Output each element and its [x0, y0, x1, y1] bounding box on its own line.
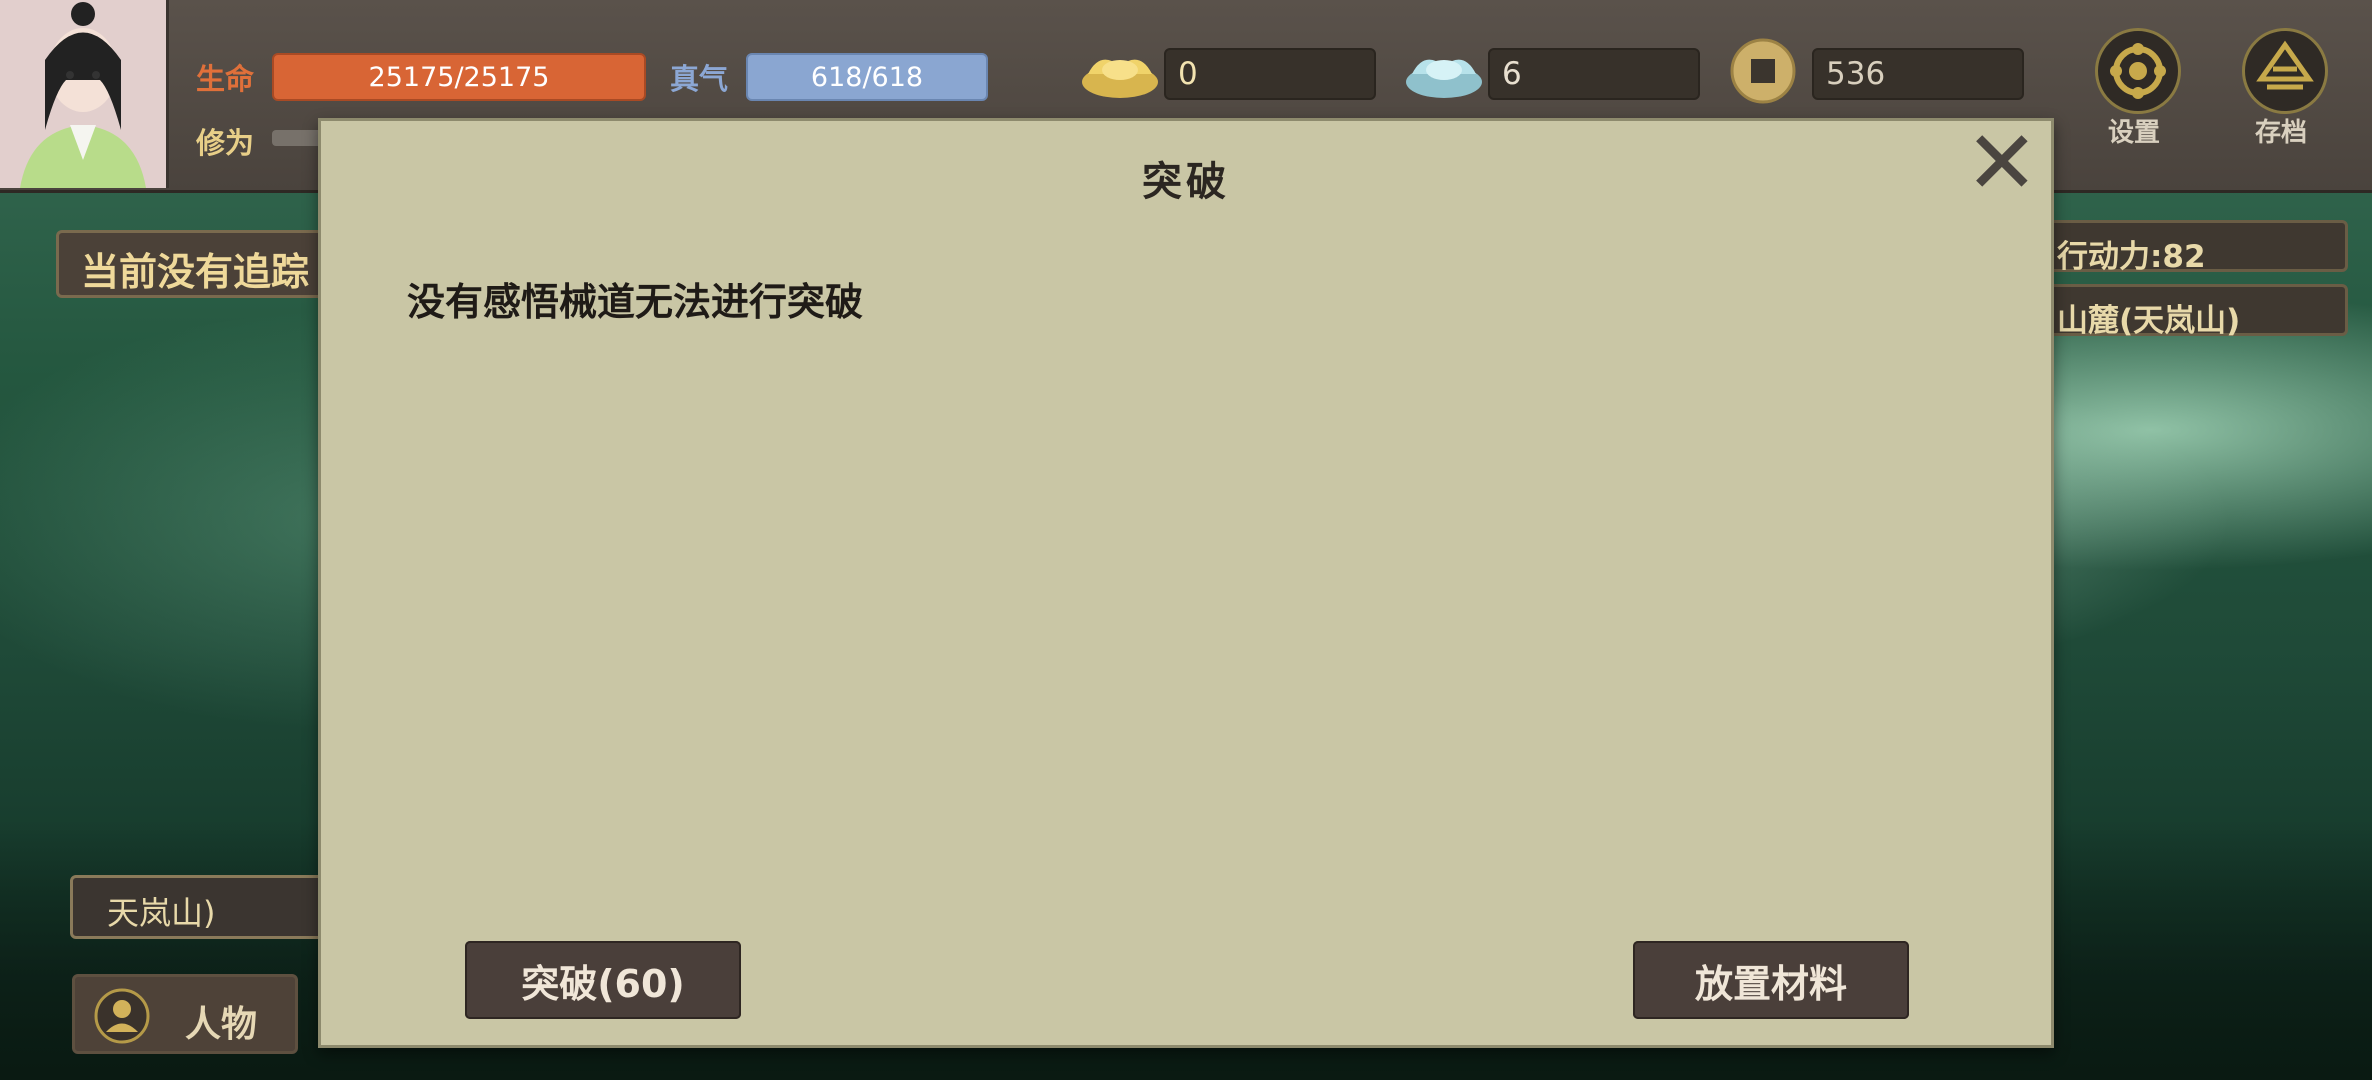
- action-points-panel: 行动力:82: [2030, 220, 2348, 275]
- character-portrait-icon: [0, 0, 166, 188]
- qi-label: 真气: [670, 62, 729, 96]
- gold-amount: 0: [1164, 48, 1376, 100]
- hp-label: 生命: [196, 62, 255, 96]
- qi-value: 618/618: [810, 61, 924, 93]
- character-button[interactable]: 人物: [72, 974, 298, 1054]
- current-location-text: 山麓(天岚山): [2057, 303, 2241, 339]
- copper-amount: 536: [1812, 48, 2024, 100]
- copper-coin-icon: [1730, 38, 1796, 104]
- avatar[interactable]: [0, 0, 169, 188]
- gear-icon: [2110, 43, 2166, 99]
- quest-tracking-text: 当前没有追踪: [81, 250, 310, 294]
- silver-amount: 6: [1488, 48, 1700, 100]
- place-material-button[interactable]: 放置材料: [1633, 941, 1909, 1019]
- person-icon: [94, 988, 150, 1044]
- cultivation-label: 修为: [196, 126, 255, 160]
- close-button[interactable]: ✕: [1965, 119, 2039, 207]
- current-location-panel[interactable]: 山麓(天岚山): [2030, 284, 2348, 339]
- close-icon: ✕: [1965, 111, 2039, 214]
- settings-label: 设置: [2108, 118, 2161, 148]
- breakthrough-message: 没有感悟械道无法进行突破: [407, 280, 864, 324]
- save-icon: [2256, 40, 2314, 90]
- hp-value: 25175/25175: [368, 61, 550, 93]
- settings-button[interactable]: [2095, 28, 2181, 114]
- save-button[interactable]: [2242, 28, 2328, 114]
- silver-ingot-icon: [1406, 59, 1482, 98]
- breakthrough-dialog: 突破 ✕ 没有感悟械道无法进行突破 突破(60) 放置材料: [318, 118, 2054, 1048]
- dialog-title: 突破: [1142, 158, 1230, 205]
- location-text: 天岚山): [107, 894, 216, 932]
- hp-bar: 25175/25175: [272, 53, 646, 101]
- save-label: 存档: [2255, 118, 2308, 148]
- action-points-text: 行动力:82: [2057, 239, 2206, 275]
- gold-ingot-icon: [1082, 59, 1158, 98]
- character-label: 人物: [185, 1004, 258, 1045]
- qi-bar: 618/618: [746, 53, 988, 101]
- breakthrough-button[interactable]: 突破(60): [465, 941, 741, 1019]
